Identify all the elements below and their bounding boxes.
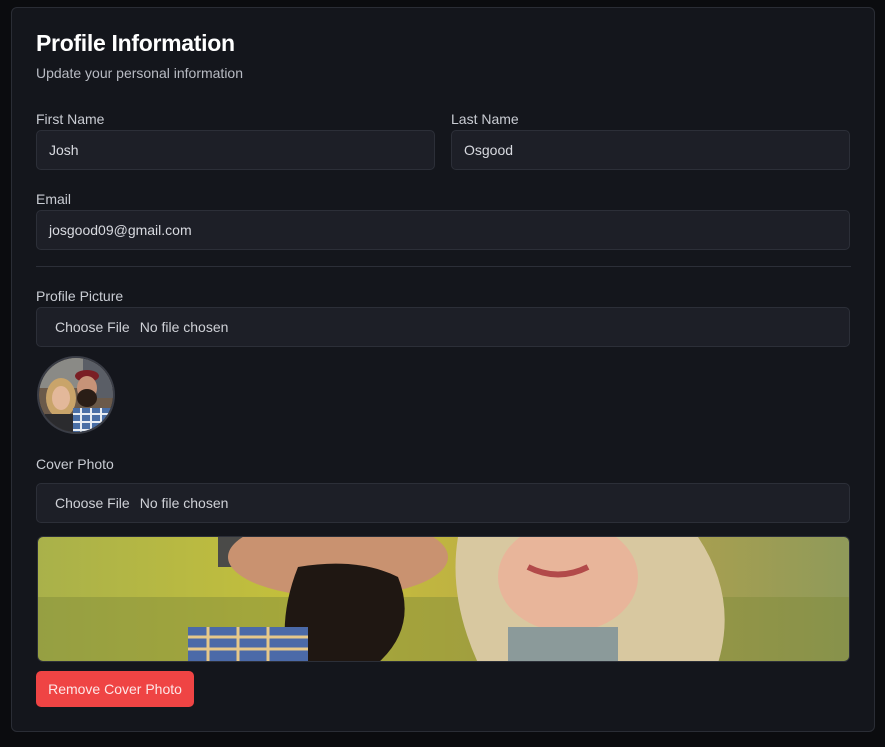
profile-picture-file-input[interactable]: Choose File No file chosen	[36, 307, 850, 347]
last-name-field[interactable]: Osgood	[451, 130, 850, 170]
cover-photo-choose-file-button[interactable]: Choose File	[55, 495, 130, 511]
profile-picture-choose-file-button[interactable]: Choose File	[55, 319, 130, 335]
email-label: Email	[36, 191, 72, 207]
page-title: Profile Information	[36, 30, 235, 56]
avatar-image	[39, 358, 113, 432]
cover-photo-file-input[interactable]: Choose File No file chosen	[36, 483, 850, 523]
profile-card: Profile Information Update your personal…	[11, 7, 875, 732]
first-name-field[interactable]: Josh	[36, 130, 435, 170]
profile-picture-file-status: No file chosen	[139, 319, 229, 335]
profile-picture-label: Profile Picture	[36, 288, 124, 304]
remove-cover-photo-button[interactable]: Remove Cover Photo	[36, 671, 194, 707]
cover-image	[38, 537, 849, 661]
page-subtitle: Update your personal information	[36, 65, 244, 81]
cover-photo-label: Cover Photo	[36, 456, 114, 472]
email-field[interactable]: josgood09@gmail.com	[36, 210, 850, 250]
cover-photo-file-status: No file chosen	[139, 495, 229, 511]
first-name-label: First Name	[36, 111, 105, 127]
section-divider	[36, 266, 851, 267]
cover-photo-preview	[37, 536, 850, 662]
avatar	[37, 356, 115, 434]
last-name-label: Last Name	[451, 111, 519, 127]
